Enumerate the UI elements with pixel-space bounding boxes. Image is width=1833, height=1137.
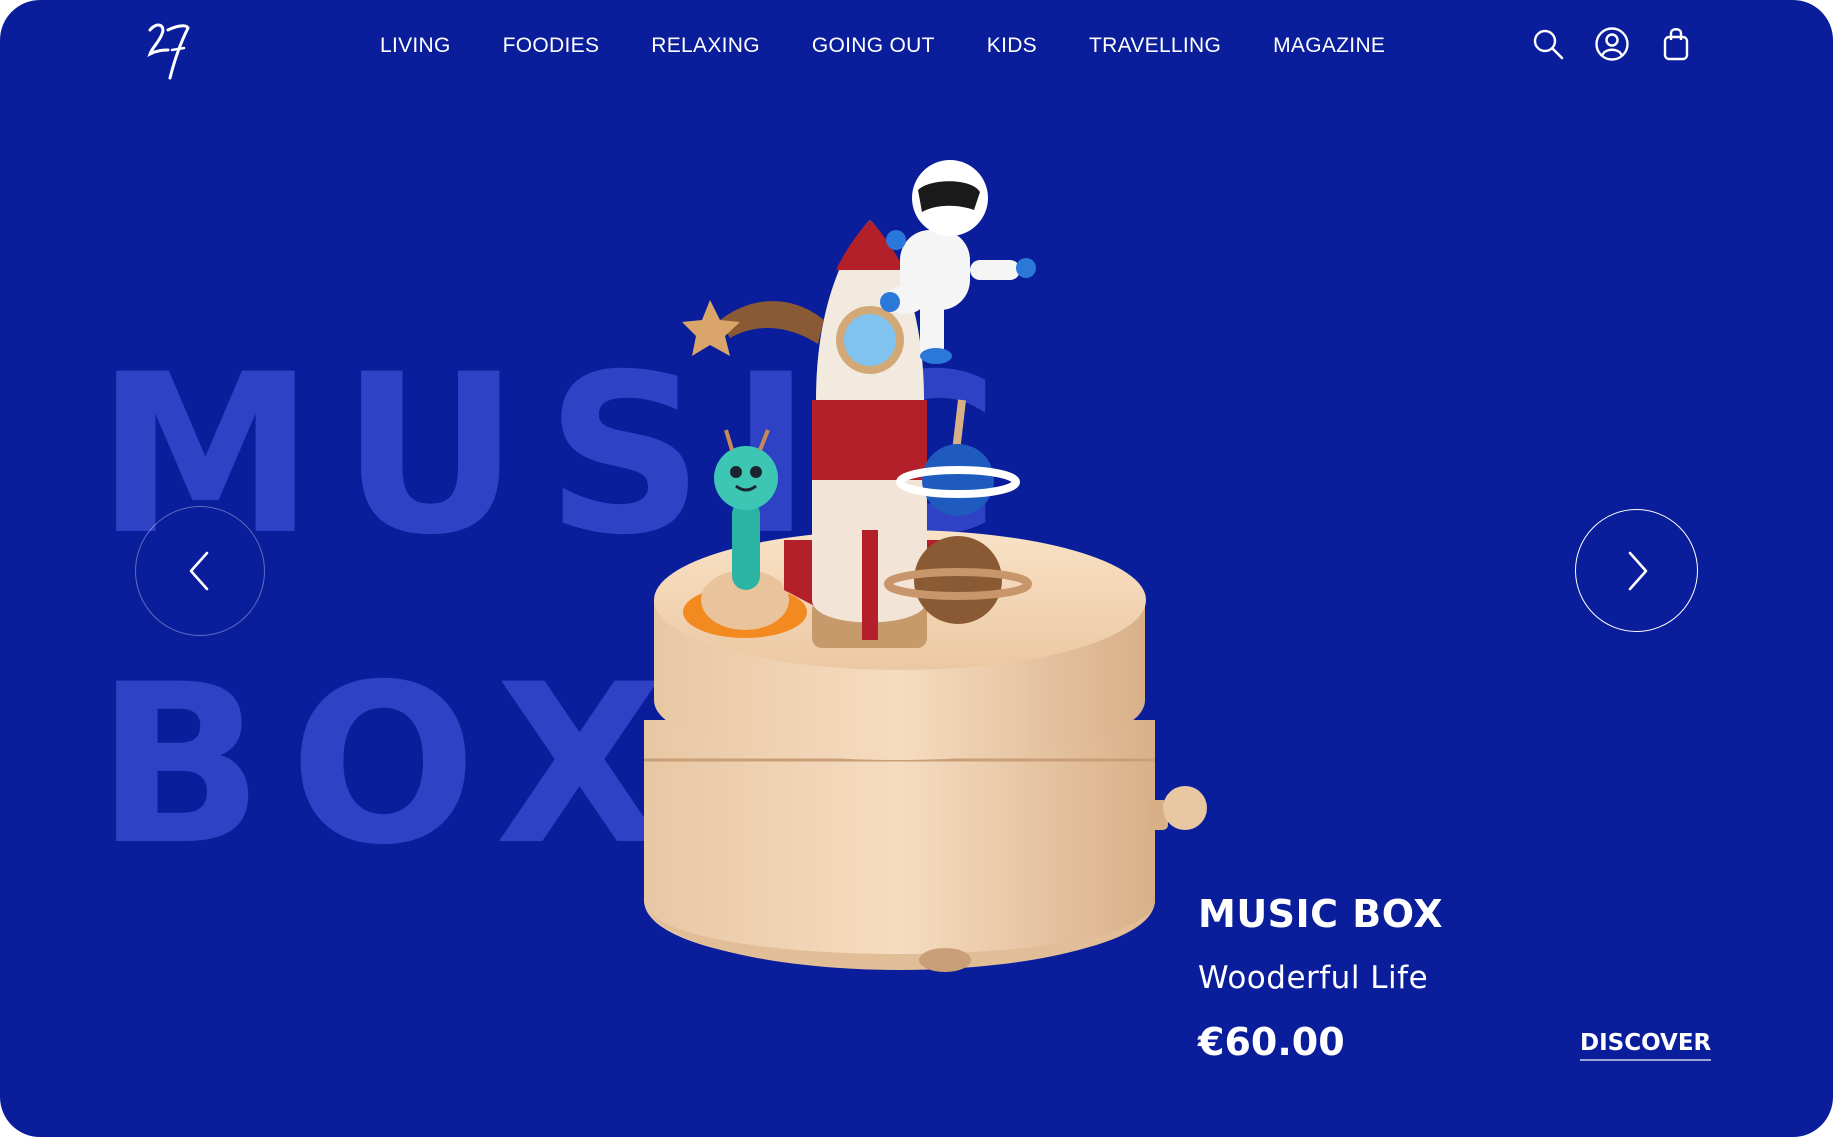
cart-button[interactable] <box>1658 26 1694 62</box>
nav-item-relaxing[interactable]: RELAXING <box>651 28 760 64</box>
bag-icon <box>1663 28 1689 61</box>
nav-item-travelling[interactable]: TRAVELLING <box>1089 28 1221 64</box>
chevron-right-icon <box>1628 551 1647 590</box>
nav-item-kids[interactable]: KIDS <box>987 28 1037 64</box>
discover-link[interactable]: DISCOVER <box>1580 1030 1712 1061</box>
nav-item-foodies[interactable]: FOODIES <box>503 28 600 64</box>
search-icon <box>1533 29 1564 60</box>
account-button[interactable] <box>1594 26 1630 62</box>
header-actions <box>1530 26 1694 62</box>
music-box-product-image <box>644 160 1207 972</box>
hero-background-title-line2: BOX <box>96 637 691 893</box>
search-button[interactable] <box>1530 26 1566 62</box>
account-icon <box>1595 27 1629 61</box>
page-frame: LIVING FOODIES RELAXING GOING OUT KIDS T… <box>0 0 1833 1137</box>
carousel-next-button[interactable] <box>1575 509 1698 632</box>
chevron-left-icon <box>189 551 209 591</box>
product-name: MUSIC BOX <box>1198 892 1444 936</box>
logo[interactable] <box>146 20 192 82</box>
main-nav: LIVING FOODIES RELAXING GOING OUT KIDS T… <box>380 28 1385 64</box>
nav-item-living[interactable]: LIVING <box>380 28 451 64</box>
nav-item-magazine[interactable]: MAGAZINE <box>1273 28 1385 64</box>
product-subtitle: Wooderful Life <box>1198 960 1429 996</box>
carousel-prev-button[interactable] <box>135 506 265 636</box>
nav-item-going-out[interactable]: GOING OUT <box>812 28 935 64</box>
product-price: €60.00 <box>1198 1020 1345 1064</box>
